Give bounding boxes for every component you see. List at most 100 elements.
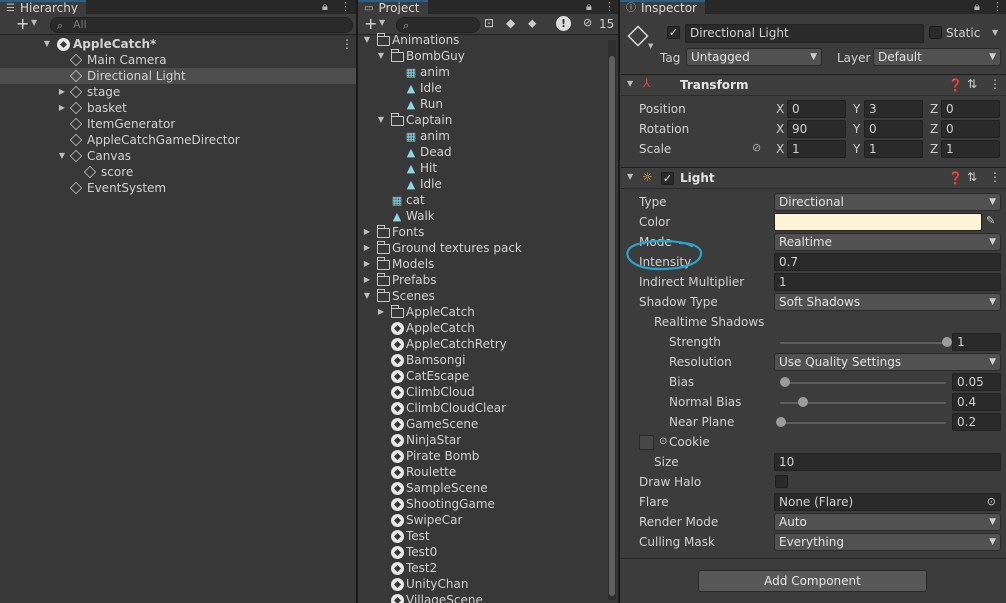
- scrollbar-thumb[interactable]: [609, 56, 615, 596]
- project-item[interactable]: ▶ Prefabs: [358, 272, 608, 288]
- light-enabled-checkbox[interactable]: ✓: [661, 172, 674, 185]
- help-icon[interactable]: ❓: [948, 171, 963, 185]
- z-axis-label[interactable]: Z: [930, 102, 938, 116]
- project-item[interactable]: ▦ cat: [358, 192, 608, 208]
- z-axis-label[interactable]: Z: [930, 142, 938, 156]
- strength-field[interactable]: 1: [952, 333, 1001, 351]
- hierarchy-item[interactable]: ▼ Canvas: [0, 148, 356, 164]
- expand-arrow-icon[interactable]: ▼: [362, 288, 372, 304]
- type-dropdown[interactable]: Directional ▼: [774, 193, 1001, 211]
- bias-field[interactable]: 0.05: [952, 373, 1001, 391]
- project-item[interactable]: NinjaStar: [358, 432, 608, 448]
- project-item[interactable]: Test2: [358, 560, 608, 576]
- project-item[interactable]: VillageScene: [358, 592, 608, 603]
- project-item[interactable]: SwipeCar: [358, 512, 608, 528]
- chevron-down-icon[interactable]: ▼: [992, 28, 998, 37]
- cookie-texture-slot[interactable]: [639, 435, 654, 450]
- near-plane-slider-knob[interactable]: [776, 417, 786, 427]
- chevron-down-icon[interactable]: ▼: [31, 18, 37, 27]
- project-item[interactable]: ▼ Animations: [358, 32, 608, 48]
- project-item[interactable]: ▦ anim: [358, 64, 608, 80]
- normal-bias-field[interactable]: 0.4: [952, 393, 1001, 411]
- draw-halo-checkbox[interactable]: [775, 475, 788, 488]
- project-item[interactable]: SampleScene: [358, 480, 608, 496]
- lock-icon[interactable]: 🔒︎: [322, 0, 328, 13]
- project-item[interactable]: ▲ Idle: [358, 176, 608, 192]
- project-item[interactable]: ClimbCloud: [358, 384, 608, 400]
- hierarchy-item[interactable]: EventSystem: [0, 180, 356, 196]
- expand-arrow-icon[interactable]: ▶: [57, 84, 67, 100]
- size-field[interactable]: 10: [774, 453, 1001, 471]
- intensity-field[interactable]: 0.7: [774, 253, 1001, 271]
- active-checkbox[interactable]: ✓: [667, 26, 680, 39]
- project-item[interactable]: AppleCatch: [358, 320, 608, 336]
- resolution-dropdown[interactable]: Use Quality Settings ▼: [774, 353, 1001, 371]
- color-swatch[interactable]: [774, 213, 982, 231]
- rotation-y-field[interactable]: 0: [864, 120, 923, 138]
- render-mode-dropdown[interactable]: Auto ▼: [774, 513, 1001, 531]
- position-x-field[interactable]: 0: [787, 100, 846, 118]
- add-button[interactable]: +: [16, 15, 29, 33]
- object-picker-icon[interactable]: ⊙: [987, 494, 996, 510]
- x-axis-label[interactable]: X: [776, 102, 784, 116]
- lock-icon[interactable]: 🔒︎: [974, 0, 980, 13]
- project-item[interactable]: CatEscape: [358, 368, 608, 384]
- scene-root-row[interactable]: ▼ AppleCatch* ⋮: [0, 36, 356, 52]
- expand-arrow-icon[interactable]: ▼: [362, 32, 372, 48]
- x-axis-label[interactable]: X: [776, 122, 784, 136]
- object-picker-icon[interactable]: ⊙: [659, 436, 667, 447]
- tag-dropdown[interactable]: Untagged ▼: [686, 48, 822, 66]
- expand-arrow-icon[interactable]: ▼: [376, 112, 386, 128]
- project-item[interactable]: ▲ Dead: [358, 144, 608, 160]
- more-menu-icon[interactable]: ⋮: [341, 36, 353, 52]
- hierarchy-tab[interactable]: ☰ Hierarchy: [0, 0, 86, 14]
- project-item[interactable]: ▲ Idle: [358, 80, 608, 96]
- project-item[interactable]: ▼ Scenes: [358, 288, 608, 304]
- transform-header[interactable]: ▼ ⅄ Transform ❓ ⇅ ⋮: [621, 74, 1006, 96]
- y-axis-label[interactable]: Y: [853, 102, 860, 116]
- hierarchy-item[interactable]: Main Camera: [0, 52, 356, 68]
- chevron-down-icon[interactable]: ▼: [648, 42, 653, 50]
- project-item[interactable]: ▲ Run: [358, 96, 608, 112]
- culling-mask-dropdown[interactable]: Everything ▼: [774, 533, 1001, 551]
- expand-arrow-icon[interactable]: ▼: [376, 48, 386, 64]
- expand-arrow-icon[interactable]: ▶: [362, 256, 372, 272]
- hierarchy-item[interactable]: score: [0, 164, 356, 180]
- scale-z-field[interactable]: 1: [941, 140, 1000, 158]
- project-item[interactable]: ▦ anim: [358, 128, 608, 144]
- y-axis-label[interactable]: Y: [853, 122, 860, 136]
- strength-slider-track[interactable]: [780, 342, 946, 344]
- inspector-tab[interactable]: ⓘ Inspector: [620, 0, 705, 14]
- hierarchy-item-selected[interactable]: Directional Light: [0, 68, 356, 84]
- project-item[interactable]: ▶ Fonts: [358, 224, 608, 240]
- normal-bias-slider-knob[interactable]: [798, 397, 809, 407]
- project-item[interactable]: AppleCatchRetry: [358, 336, 608, 352]
- project-item[interactable]: ClimbCloudClear: [358, 400, 608, 416]
- presets-icon[interactable]: ⇅: [967, 77, 977, 91]
- project-item[interactable]: ▶ Models: [358, 256, 608, 272]
- position-z-field[interactable]: 0: [941, 100, 1000, 118]
- scale-y-field[interactable]: 1: [864, 140, 923, 158]
- rotation-x-field[interactable]: 90: [787, 120, 846, 138]
- hierarchy-item[interactable]: ▶ stage: [0, 84, 356, 100]
- near-plane-field[interactable]: 0.2: [952, 413, 1001, 431]
- shadow-type-dropdown[interactable]: Soft Shadows ▼: [774, 293, 1001, 311]
- y-axis-label[interactable]: Y: [853, 142, 860, 156]
- expand-arrow-icon[interactable]: ▶: [362, 272, 372, 288]
- foldout-arrow-icon[interactable]: ▼: [627, 172, 633, 181]
- project-item[interactable]: ▼ BombGuy: [358, 48, 608, 64]
- near-plane-slider-track[interactable]: [780, 422, 946, 424]
- hierarchy-item[interactable]: ▶ basket: [0, 100, 356, 116]
- project-item[interactable]: Test0: [358, 544, 608, 560]
- project-item[interactable]: ▲ Hit: [358, 160, 608, 176]
- help-icon[interactable]: ❓: [948, 78, 963, 92]
- add-component-button[interactable]: Add Component: [698, 570, 927, 592]
- project-item[interactable]: ▶ AppleCatch: [358, 304, 608, 320]
- expand-arrow-icon[interactable]: ▼: [57, 148, 67, 164]
- presets-icon[interactable]: ⇅: [967, 170, 977, 184]
- expand-arrow-icon[interactable]: ▶: [57, 100, 67, 116]
- strength-slider-knob[interactable]: [942, 337, 952, 347]
- object-name-field[interactable]: Directional Light: [685, 24, 924, 43]
- scale-x-field[interactable]: 1: [787, 140, 846, 158]
- expand-arrow-icon[interactable]: ▶: [362, 224, 372, 240]
